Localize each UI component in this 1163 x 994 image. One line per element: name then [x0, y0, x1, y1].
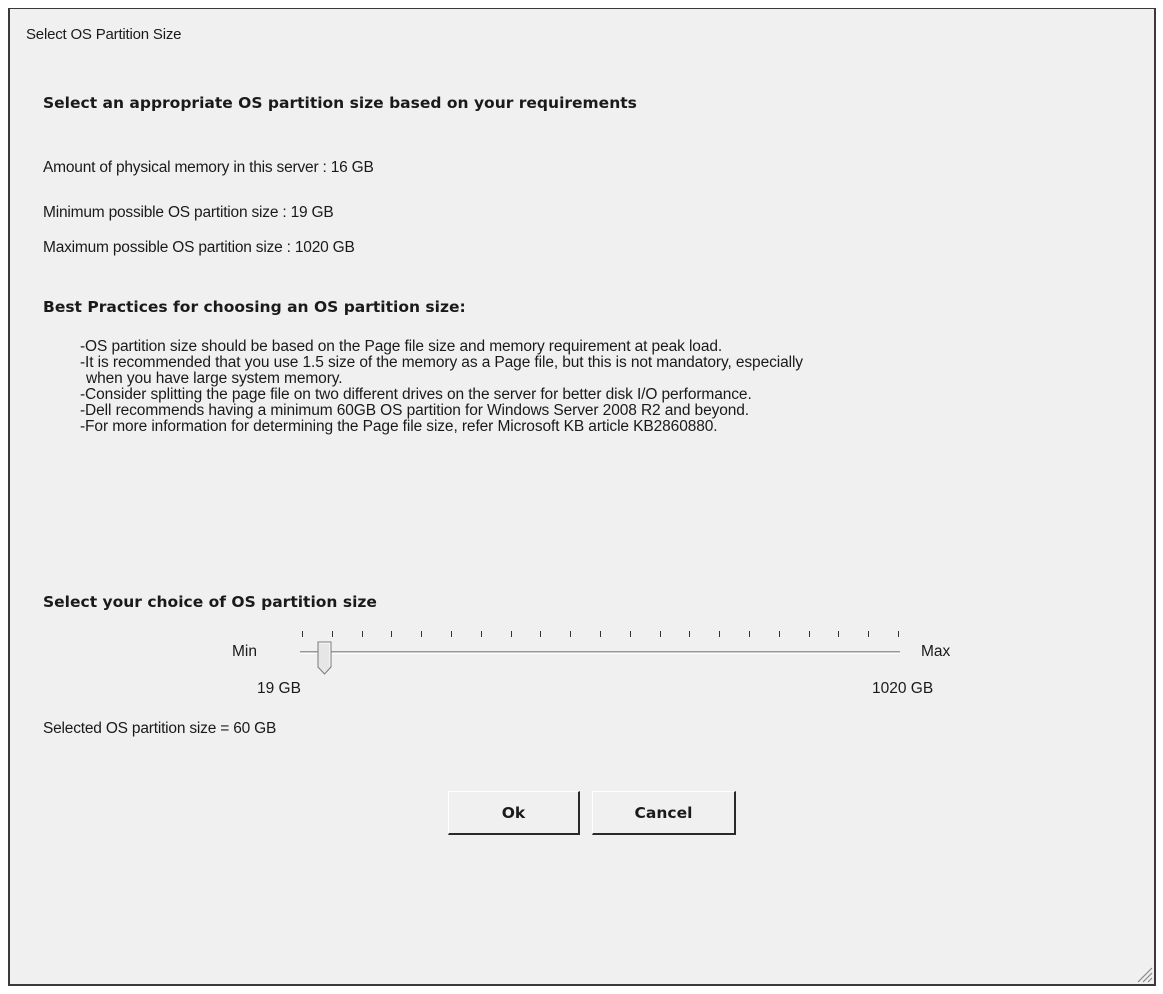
partition-choice-heading: Select your choice of OS partition size	[43, 593, 377, 611]
slider-max-value: 1020 GB	[872, 680, 934, 697]
main-heading: Select an appropriate OS partition size …	[43, 94, 637, 112]
cancel-button[interactable]: Cancel	[592, 791, 736, 835]
best-practice-line: -For more information for determining th…	[80, 418, 718, 435]
physical-memory-text: Amount of physical memory in this server…	[43, 159, 374, 176]
slider-max-label: Max	[921, 643, 951, 660]
best-practice-line: -It is recommended that you use 1.5 size…	[80, 354, 803, 371]
selected-partition-size-text: Selected OS partition size = 60 GB	[43, 720, 277, 737]
resize-grip-icon[interactable]	[1133, 963, 1153, 983]
best-practice-line: -Consider splitting the page file on two…	[80, 386, 752, 403]
minimum-size-text: Minimum possible OS partition size : 19 …	[43, 204, 334, 221]
select-os-partition-dialog: Select OS Partition Size Select an appro…	[8, 8, 1156, 986]
partition-size-slider-thumb[interactable]	[317, 641, 333, 675]
best-practices-list: -OS partition size should be based on th…	[80, 339, 1130, 435]
slider-min-label: Min	[232, 643, 257, 660]
window-title: Select OS Partition Size	[26, 26, 182, 43]
slider-ticks	[302, 631, 899, 637]
ok-button[interactable]: Ok	[448, 791, 580, 835]
best-practice-line: -OS partition size should be based on th…	[80, 338, 723, 355]
partition-size-slider-track[interactable]	[300, 651, 900, 654]
best-practice-line: when you have large system memory.	[86, 370, 343, 387]
best-practice-line: -Dell recommends having a minimum 60GB O…	[80, 402, 750, 419]
best-practices-heading: Best Practices for choosing an OS partit…	[43, 298, 466, 316]
slider-min-value: 19 GB	[257, 680, 301, 697]
partition-size-slider-area: Min Max 19 GB 1020 GB	[10, 614, 1154, 714]
maximum-size-text: Maximum possible OS partition size : 102…	[43, 239, 355, 256]
